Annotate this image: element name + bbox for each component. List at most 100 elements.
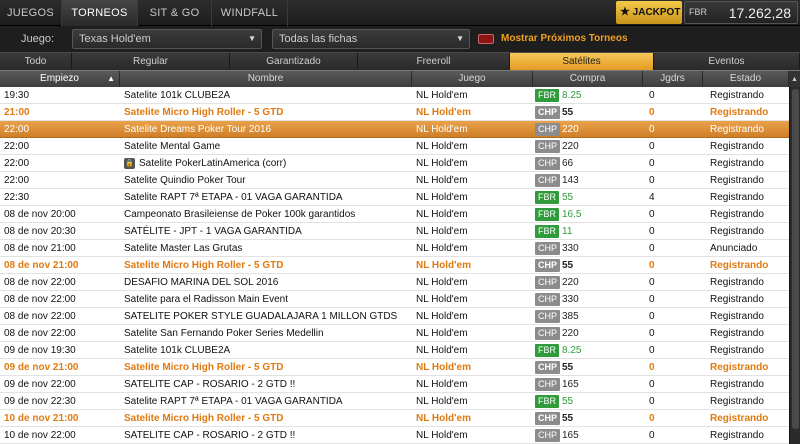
category-todo[interactable]: Todo: [0, 53, 72, 70]
column-header-game[interactable]: Juego: [412, 71, 533, 88]
row-buyin-amount: 165: [562, 379, 579, 390]
row-buyin-amount: 55: [562, 362, 574, 373]
row-currency-badge: CHP: [535, 276, 561, 289]
table-row[interactable]: 21:00 Satelite Micro High Roller - 5 GTD N…: [0, 104, 789, 121]
row-status: Registrando: [710, 430, 764, 441]
show-upcoming-checkbox[interactable]: [478, 34, 494, 44]
row-game: NL Hold'em: [416, 430, 468, 441]
column-header-start[interactable]: Empiezo ▲: [0, 71, 120, 88]
row-tournament-name-text: Satelite San Fernando Poker Series Medel…: [124, 328, 324, 339]
balance-display: FBR 17.262,28: [684, 1, 798, 24]
table-row[interactable]: 09 de nov 22:30 Satelite RAPT 7ª ETAPA - …: [0, 393, 789, 410]
row-game: NL Hold'em: [416, 260, 471, 271]
category-regular[interactable]: Regular: [72, 53, 230, 70]
row-currency-badge: FBR: [535, 191, 559, 204]
table-row[interactable]: 08 de nov 22:00 Satelite San Fernando Pok…: [0, 325, 789, 342]
row-currency-badge: CHP: [535, 157, 561, 170]
table-row[interactable]: 10 de nov 21:00 Satelite Micro High Rolle…: [0, 410, 789, 427]
row-players: 0: [649, 107, 655, 118]
chips-select[interactable]: Todas las fichas ▼: [272, 29, 470, 49]
scroll-up-button[interactable]: ▲: [789, 71, 800, 88]
row-tournament-name: Satelite Micro High Roller - 5 GTD: [124, 410, 412, 427]
table-row[interactable]: 08 de nov 22:00 SATELITE POKER STYLE GUAD…: [0, 308, 789, 325]
row-tournament-name: Satelite Mental Game: [124, 138, 412, 155]
table-row[interactable]: 22:00 Satelite Mental Game NL Hold'em CHP 22…: [0, 138, 789, 155]
row-players: 0: [649, 175, 655, 186]
row-buyin-amount: 165: [562, 430, 579, 441]
table-row[interactable]: 22:00 Satelite Dreams Poker Tour 2016 NL H…: [0, 121, 789, 138]
row-buyin-amount: 8.25: [562, 345, 582, 356]
table-row[interactable]: 22:00 🔒 Satelite PokerLatinAmerica (corr) N…: [0, 155, 789, 172]
row-tournament-name: Satelite 101k CLUBE2A: [124, 342, 412, 359]
row-buyin-amount: 220: [562, 141, 579, 152]
row-players: 0: [649, 158, 655, 169]
row-buyin-amount: 16.5: [562, 209, 582, 220]
column-header-players[interactable]: Jgdrs: [643, 71, 703, 88]
row-game: NL Hold'em: [416, 328, 468, 339]
row-start-time: 22:00: [4, 141, 30, 152]
category-freeroll[interactable]: Freeroll: [358, 53, 510, 70]
row-buyin-amount: 330: [562, 294, 579, 305]
table-row[interactable]: 10 de nov 22:00 SATELITE CAP - ROSARIO - …: [0, 427, 789, 444]
row-start-time: 22:00: [4, 158, 30, 169]
row-currency-badge: CHP: [535, 310, 561, 323]
sort-up-icon: ▲: [107, 74, 115, 83]
row-game: NL Hold'em: [416, 413, 471, 424]
table-row[interactable]: 08 de nov 21:00 Satelite Master Las Gruta…: [0, 240, 789, 257]
tournament-list: 19:30 Satelite 101k CLUBE2A NL Hold'em FBR 8…: [0, 87, 789, 444]
row-buyin-amount: 8.25: [562, 90, 582, 101]
row-game: NL Hold'em: [416, 141, 468, 152]
column-header-name[interactable]: Nombre: [120, 71, 412, 88]
lock-icon: 🔒: [124, 157, 135, 169]
column-header-buyin[interactable]: Compra: [533, 71, 643, 88]
row-tournament-name: Satelite RAPT 7ª ETAPA - 01 VAGA GARANTI…: [124, 393, 412, 410]
row-players: 0: [649, 396, 655, 407]
table-row[interactable]: 08 de nov 22:00 Satelite para el Radisson…: [0, 291, 789, 308]
row-status: Registrando: [710, 141, 764, 152]
row-start-time: 09 de nov 21:00: [4, 362, 79, 373]
row-players: 0: [649, 311, 655, 322]
category-garantizado[interactable]: Garantizado: [230, 53, 358, 70]
table-row[interactable]: 09 de nov 22:00 SATELITE CAP - ROSARIO - …: [0, 376, 789, 393]
row-tournament-name-text: Satelite RAPT 7ª ETAPA - 01 VAGA GARANTI…: [124, 192, 343, 203]
row-tournament-name: Satelite Dreams Poker Tour 2016: [124, 121, 412, 138]
table-row[interactable]: 09 de nov 21:00 Satelite Micro High Rolle…: [0, 359, 789, 376]
tab-torneos[interactable]: TORNEOS: [62, 0, 138, 26]
table-row[interactable]: 08 de nov 20:30 SATÉLITE - JPT - 1 VAGA G…: [0, 223, 789, 240]
tab-windfall[interactable]: WINDFALL: [212, 0, 288, 26]
row-currency-badge: FBR: [535, 208, 559, 221]
row-start-time: 08 de nov 22:00: [4, 311, 76, 322]
row-game: NL Hold'em: [416, 209, 468, 220]
table-row[interactable]: 19:30 Satelite 101k CLUBE2A NL Hold'em FBR 8…: [0, 87, 789, 104]
row-tournament-name-text: SATELITE POKER STYLE GUADALAJARA 1 MILLO…: [124, 311, 398, 322]
category-eventos[interactable]: Eventos: [654, 53, 800, 70]
row-game: NL Hold'em: [416, 396, 468, 407]
game-select[interactable]: Texas Hold'em ▼: [72, 29, 262, 49]
row-status: Anunciado: [710, 243, 758, 254]
vertical-scrollbar[interactable]: [789, 87, 800, 444]
row-start-time: 08 de nov 22:00: [4, 294, 76, 305]
jackpot-button[interactable]: ★ JACKPOT: [616, 1, 682, 24]
row-players: 0: [649, 90, 655, 101]
table-row[interactable]: 22:30 Satelite RAPT 7ª ETAPA - 01 VAGA GA…: [0, 189, 789, 206]
row-currency-badge: FBR: [535, 89, 559, 102]
row-start-time: 10 de nov 21:00: [4, 413, 79, 424]
table-row[interactable]: 08 de nov 21:00 Satelite Micro High Rolle…: [0, 257, 789, 274]
row-start-time: 08 de nov 22:00: [4, 277, 76, 288]
row-tournament-name: SATELITE POKER STYLE GUADALAJARA 1 MILLO…: [124, 308, 412, 325]
row-tournament-name-text: Satelite Master Las Grutas: [124, 243, 243, 254]
row-players: 0: [649, 362, 655, 373]
show-upcoming-label[interactable]: Mostrar Próximos Torneos: [501, 33, 628, 44]
row-tournament-name-text: Satelite para el Radisson Main Event: [124, 294, 288, 305]
table-row[interactable]: 09 de nov 19:30 Satelite 101k CLUBE2A NL H…: [0, 342, 789, 359]
column-header-status[interactable]: Estado: [703, 71, 789, 88]
scrollbar-thumb[interactable]: [792, 89, 799, 429]
row-currency-badge: FBR: [535, 395, 559, 408]
table-row[interactable]: 08 de nov 20:00 Campeonato Brasileiense d…: [0, 206, 789, 223]
table-row[interactable]: 08 de nov 22:00 DESAFIO MARINA DEL SOL 20…: [0, 274, 789, 291]
tab-sit-and-go[interactable]: SIT & GO: [138, 0, 212, 26]
table-row[interactable]: 22:00 Satelite Quindio Poker Tour NL Hold'…: [0, 172, 789, 189]
category-satelites[interactable]: Satélites: [510, 53, 654, 70]
tab-juegos[interactable]: JUEGOS: [0, 0, 62, 26]
row-tournament-name: SATÉLITE - JPT - 1 VAGA GARANTIDA: [124, 223, 412, 240]
